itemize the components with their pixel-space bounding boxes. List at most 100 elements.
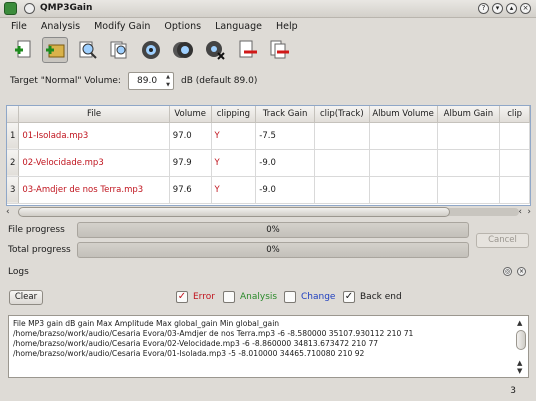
scrollbar-thumb[interactable]: [516, 330, 526, 350]
file-count: 3: [510, 386, 516, 396]
cell-album-volume: [369, 149, 438, 177]
add-folder-button[interactable]: [42, 37, 68, 63]
total-progress-bar: 0%: [77, 242, 469, 258]
file-progress-label: File progress: [8, 225, 65, 235]
menu-help[interactable]: Help: [276, 18, 298, 36]
track-gain-icon: [142, 41, 160, 59]
cell-album-gain: [437, 176, 501, 204]
column-header-volume[interactable]: Volume: [169, 106, 212, 123]
cell-clip-track: [314, 176, 370, 204]
pin-icon[interactable]: [24, 3, 35, 14]
column-header-file[interactable]: File: [18, 106, 170, 123]
log-output[interactable]: File MP3 gain dB gain Max Amplitude Max …: [8, 315, 529, 378]
cell-file: 03-Amdjer de nos Terra.mp3: [18, 176, 170, 204]
target-volume-value: 89.0: [137, 76, 158, 86]
table-row[interactable]: 2 02-Velocidade.mp3 97.9 Y -9.0: [7, 149, 530, 177]
float-dock-icon[interactable]: ◎: [503, 267, 512, 276]
close-icon[interactable]: ×: [520, 3, 531, 14]
cell-track-gain: -7.5: [255, 122, 315, 150]
cell-volume: 97.6: [169, 176, 212, 204]
scroll-up-icon[interactable]: ▲: [517, 318, 522, 328]
cell-album-gain: [437, 122, 501, 150]
clear-all-button[interactable]: [266, 37, 292, 63]
menu-options[interactable]: Options: [164, 18, 201, 36]
column-header-album-gain[interactable]: Album Gain: [437, 106, 501, 123]
window-title: QMP3Gain: [40, 3, 93, 13]
album-analysis-button[interactable]: [106, 37, 132, 63]
cell-album-volume: [369, 176, 438, 204]
scrollbar-thumb[interactable]: [18, 207, 450, 217]
log-line: /home/brazso/work/audio/Cesaria Evora/02…: [13, 339, 379, 348]
logs-dock-header: Logs ◎ ×: [0, 264, 536, 280]
cell-clip-album: [499, 176, 530, 204]
menu-analysis[interactable]: Analysis: [41, 18, 80, 36]
menu-modify-gain[interactable]: Modify Gain: [94, 18, 150, 36]
back-end-filter-label: Back end: [360, 292, 402, 302]
total-progress-label: Total progress: [8, 245, 71, 255]
cell-file: 02-Velocidade.mp3: [18, 149, 170, 177]
cell-file: 01-Isolada.mp3: [18, 122, 170, 150]
file-progress-value: 0%: [266, 225, 280, 235]
scroll-left-icon[interactable]: ‹: [518, 207, 522, 217]
change-filter-label: Change: [301, 292, 336, 302]
analysis-checkbox[interactable]: [223, 291, 235, 303]
log-line: /home/brazso/work/audio/Cesaria Evora/03…: [13, 329, 414, 338]
toolbar: [10, 37, 292, 65]
total-progress-value: 0%: [266, 245, 280, 255]
error-checkbox[interactable]: ✓: [176, 291, 188, 303]
file-table: File Volume clipping Track Gain clip(Tra…: [6, 105, 531, 206]
clear-log-button[interactable]: Clear: [9, 290, 43, 305]
album-gain-button[interactable]: [170, 37, 196, 63]
album-analysis-icon: [110, 41, 127, 59]
menu-bar: File Analysis Modify Gain Options Langua…: [0, 18, 536, 36]
change-checkbox[interactable]: [284, 291, 296, 303]
menu-language[interactable]: Language: [215, 18, 262, 36]
scroll-right-icon[interactable]: ›: [527, 207, 531, 217]
constant-gain-button[interactable]: [202, 37, 228, 63]
clear-all-icon: [270, 40, 289, 59]
cell-clipping: Y: [211, 149, 257, 177]
volume-spinner[interactable]: ▲ ▼: [163, 73, 173, 89]
clear-selected-button[interactable]: [234, 37, 260, 63]
table-row[interactable]: 3 03-Amdjer de nos Terra.mp3 97.6 Y -9.0: [7, 176, 530, 204]
column-header-clipping[interactable]: clipping: [211, 106, 257, 123]
clear-selected-icon: [239, 40, 257, 58]
constant-gain-icon: [206, 41, 225, 60]
cell-clip-track: [314, 149, 370, 177]
cell-track-gain: -9.0: [255, 176, 315, 204]
cell-album-gain: [437, 149, 501, 177]
close-dock-icon[interactable]: ×: [517, 267, 526, 276]
target-volume-input[interactable]: 89.0 ▲ ▼: [128, 72, 174, 90]
back-end-checkbox[interactable]: ✓: [343, 291, 355, 303]
column-header-clip-track[interactable]: clip(Track): [314, 106, 370, 123]
table-row[interactable]: 1 01-Isolada.mp3 97.0 Y -7.5: [7, 122, 530, 150]
table-horizontal-scrollbar[interactable]: ‹ ‹ ›: [6, 207, 531, 218]
menu-file[interactable]: File: [11, 18, 27, 36]
log-line: File MP3 gain dB gain Max Amplitude Max …: [13, 319, 280, 328]
track-analysis-button[interactable]: [74, 37, 100, 63]
logs-title: Logs: [8, 267, 29, 277]
log-vertical-scrollbar[interactable]: ▲ ▲ ▼: [516, 318, 526, 375]
column-header-track-gain[interactable]: Track Gain: [255, 106, 315, 123]
check-icon: ✓: [177, 291, 187, 302]
add-file-button[interactable]: [10, 37, 36, 63]
cell-track-gain: -9.0: [255, 149, 315, 177]
track-gain-button[interactable]: [138, 37, 164, 63]
app-window: QMP3Gain ? ▾ ▴ × File Analysis Modify Ga…: [0, 0, 536, 401]
analysis-filter-label: Analysis: [240, 292, 278, 302]
minimize-icon[interactable]: ▾: [492, 3, 503, 14]
column-header-album-volume[interactable]: Album Volume: [369, 106, 438, 123]
scroll-left-icon[interactable]: ‹: [6, 207, 10, 217]
cancel-button[interactable]: Cancel: [476, 233, 529, 248]
column-header-clip-album[interactable]: clip: [499, 106, 530, 123]
scroll-down-icon[interactable]: ▼: [517, 366, 522, 376]
status-bar: 3: [0, 383, 536, 401]
maximize-icon[interactable]: ▴: [506, 3, 517, 14]
cell-clip-track: [314, 122, 370, 150]
row-number: 3: [7, 176, 20, 204]
help-icon[interactable]: ?: [478, 3, 489, 14]
file-progress-bar: 0%: [77, 222, 469, 238]
row-number: 2: [7, 149, 20, 177]
cell-clipping: Y: [211, 122, 257, 150]
error-filter-label: Error: [193, 292, 215, 302]
